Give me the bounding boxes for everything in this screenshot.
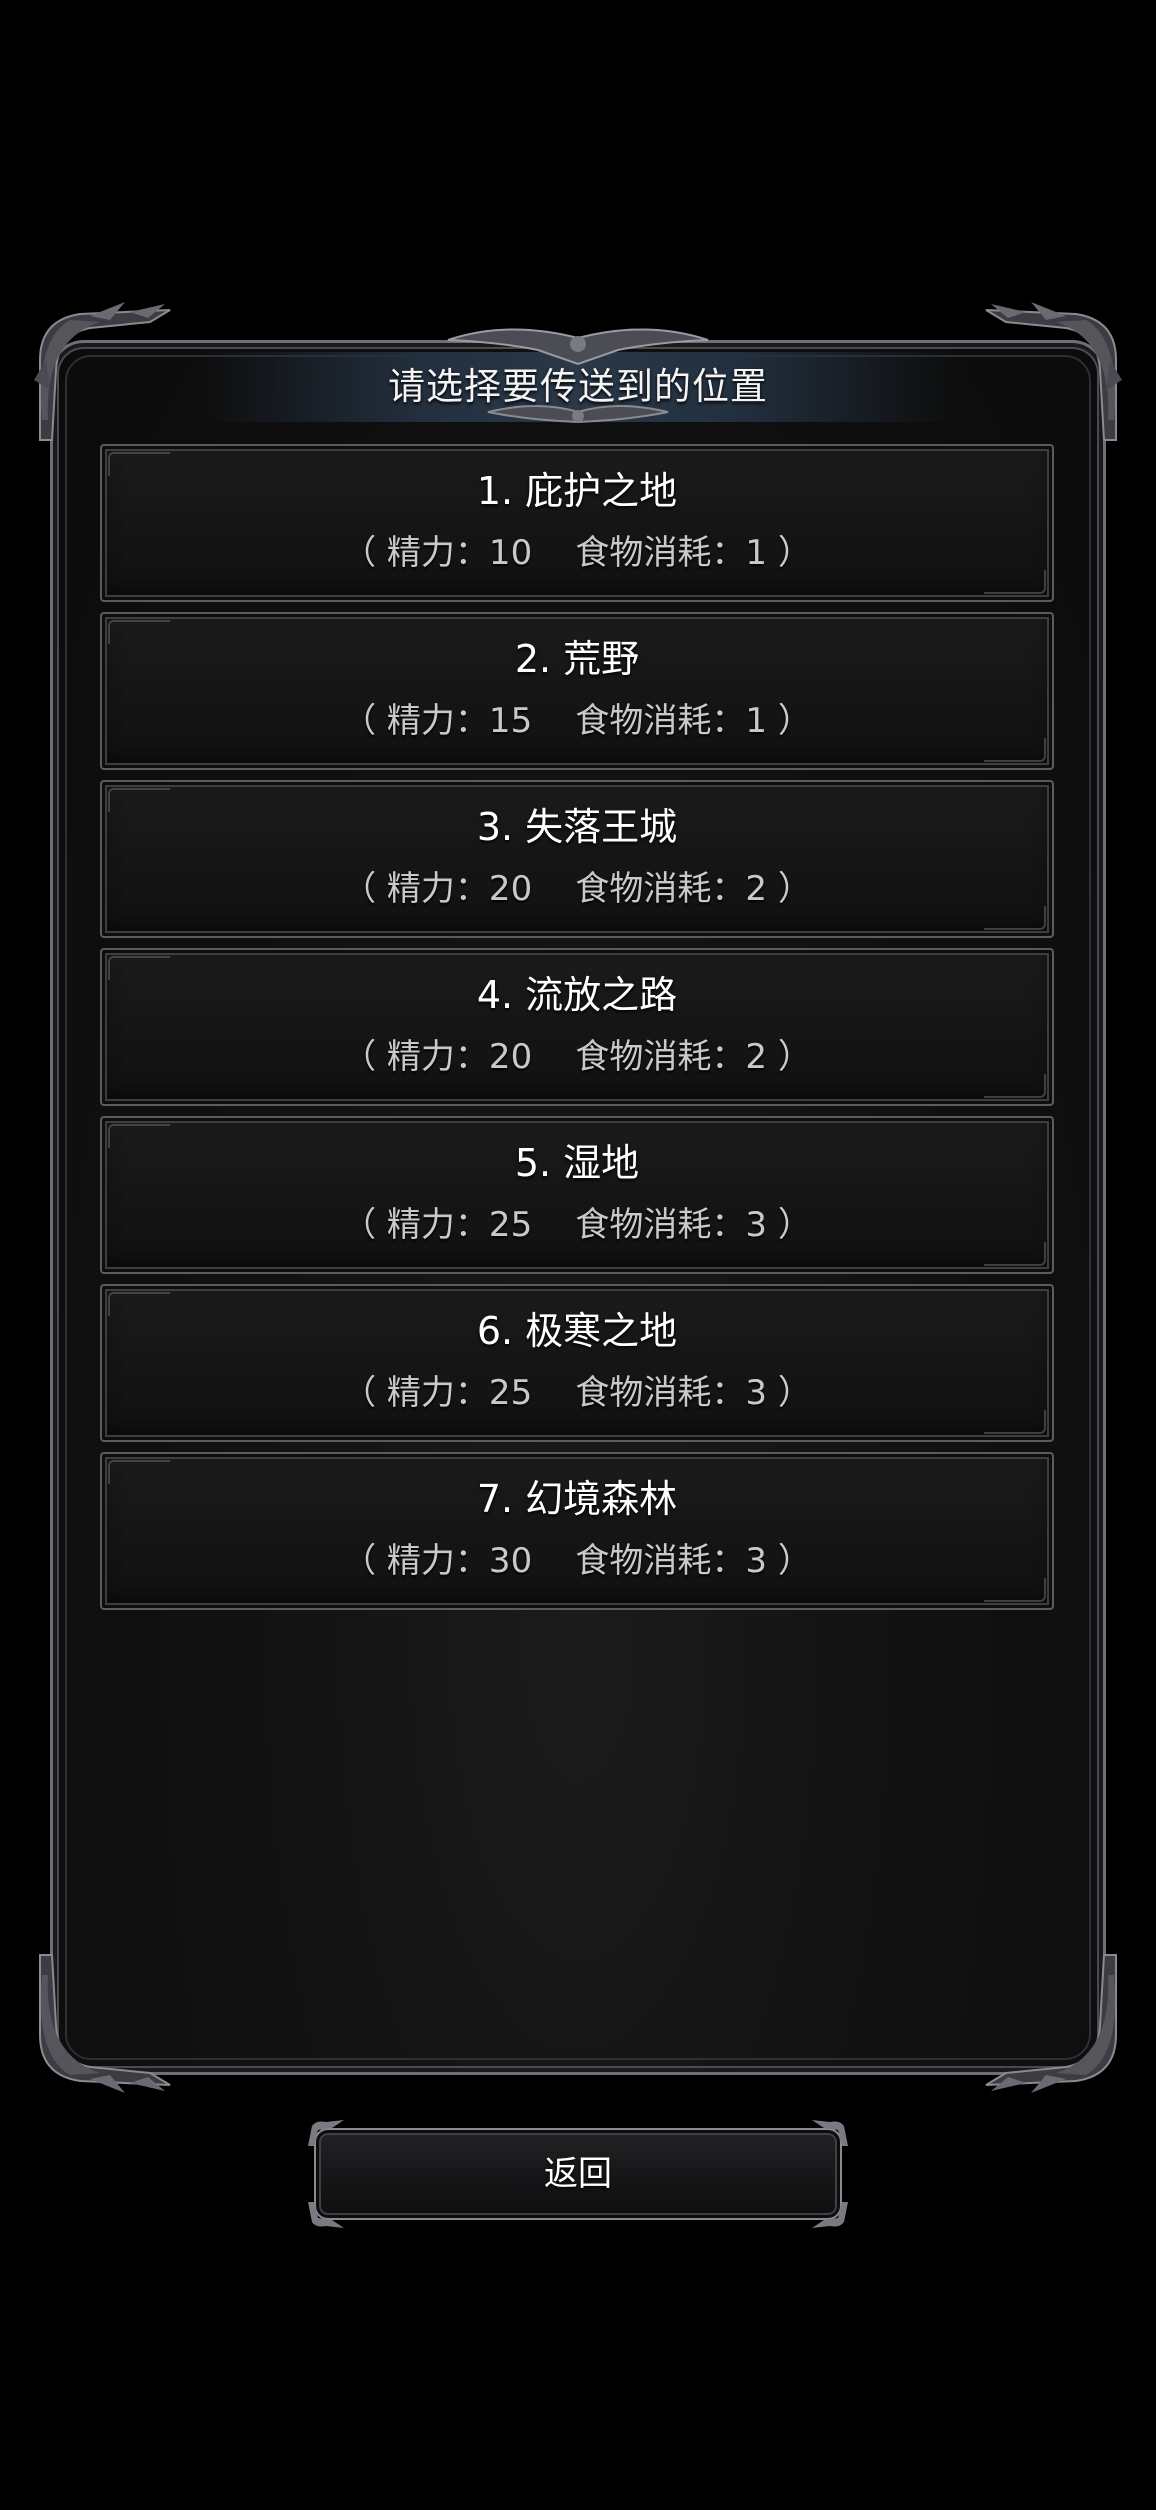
location-name: 6. 极寒之地 <box>476 1309 678 1353</box>
dialog-title: 请选择要传送到的位置 <box>388 365 768 408</box>
location-name: 7. 幻境森林 <box>476 1477 678 1521</box>
location-name: 1. 庇护之地 <box>476 469 678 513</box>
location-name: 2. 荒野 <box>514 637 640 681</box>
location-cost: （ 精力：25 食物消耗：3 ） <box>342 1205 812 1245</box>
teleport-screen: 请选择要传送到的位置 1. 庇护之地 （ 精力：10 食物消耗：1 ） 2. 荒… <box>0 0 1156 2510</box>
location-item-wetland[interactable]: 5. 湿地 （ 精力：25 食物消耗：3 ） <box>100 1116 1054 1274</box>
location-list: 1. 庇护之地 （ 精力：10 食物消耗：1 ） 2. 荒野 （ 精力：15 食… <box>100 444 1054 1620</box>
location-item-frozen-land[interactable]: 6. 极寒之地 （ 精力：25 食物消耗：3 ） <box>100 1284 1054 1442</box>
location-cost: （ 精力：20 食物消耗：2 ） <box>342 1037 812 1077</box>
location-cost: （ 精力：15 食物消耗：1 ） <box>342 701 812 741</box>
location-name: 5. 湿地 <box>514 1141 640 1185</box>
location-item-wilderness[interactable]: 2. 荒野 （ 精力：15 食物消耗：1 ） <box>100 612 1054 770</box>
location-name: 3. 失落王城 <box>476 805 678 849</box>
location-cost: （ 精力：25 食物消耗：3 ） <box>342 1373 812 1413</box>
location-name: 4. 流放之路 <box>476 973 678 1017</box>
location-item-lost-royal-city[interactable]: 3. 失落王城 （ 精力：20 食物消耗：2 ） <box>100 780 1054 938</box>
location-item-exile-road[interactable]: 4. 流放之路 （ 精力：20 食物消耗：2 ） <box>100 948 1054 1106</box>
back-button[interactable]: 返回 <box>308 2120 848 2228</box>
location-cost: （ 精力：10 食物消耗：1 ） <box>342 533 812 573</box>
location-cost: （ 精力：20 食物消耗：2 ） <box>342 869 812 909</box>
location-item-illusion-forest[interactable]: 7. 幻境森林 （ 精力：30 食物消耗：3 ） <box>100 1452 1054 1610</box>
location-item-sanctuary[interactable]: 1. 庇护之地 （ 精力：10 食物消耗：1 ） <box>100 444 1054 602</box>
location-cost: （ 精力：30 食物消耗：3 ） <box>342 1541 812 1581</box>
back-button-label: 返回 <box>544 2154 612 2194</box>
